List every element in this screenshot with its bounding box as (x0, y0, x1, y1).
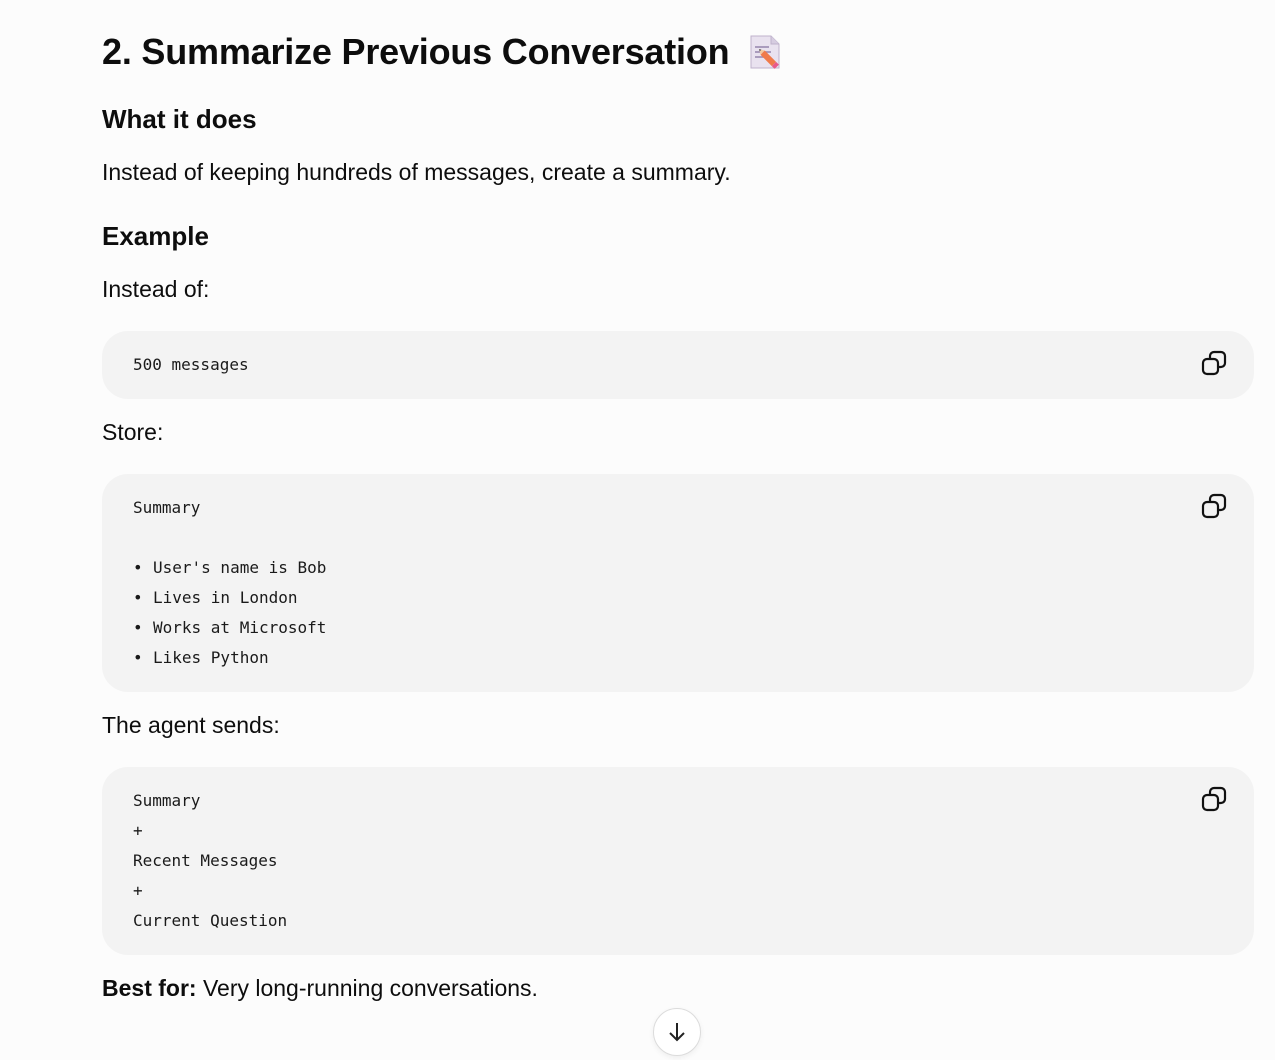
code-block-instead-of: 500 messages (102, 331, 1254, 399)
what-it-does-text: Instead of keeping hundreds of messages,… (102, 159, 731, 185)
code-line: + (133, 881, 143, 900)
code-line: + (133, 821, 143, 840)
agent-sends-label: The agent sends: (102, 712, 280, 738)
code-bullet-line: Lives in London (133, 583, 1223, 613)
code-block-store: Summary User's name is Bob Lives in Lond… (102, 474, 1254, 692)
section-title: 2. Summarize Previous Conversation (102, 28, 781, 76)
best-for-label: Best for: (102, 975, 197, 1001)
copy-icon[interactable] (1200, 492, 1230, 522)
what-it-does-heading: What it does (102, 104, 257, 134)
code-line: 500 messages (133, 355, 249, 374)
code-block-agent-sends: Summary + Recent Messages + Current Ques… (102, 767, 1254, 955)
code-bullet-line: Works at Microsoft (133, 613, 1223, 643)
code-line: Summary (133, 498, 201, 517)
scroll-to-bottom-button[interactable] (653, 1008, 701, 1056)
instead-of-label: Instead of: (102, 276, 210, 302)
copy-icon[interactable] (1200, 785, 1230, 815)
example-heading: Example (102, 221, 209, 251)
memo-icon (749, 33, 781, 71)
section-title-text: 2. Summarize Previous Conversation (102, 31, 730, 72)
code-line: Summary (133, 791, 201, 810)
arrow-down-icon (669, 1023, 685, 1042)
best-for-line: Best for: Very long-running conversation… (102, 972, 538, 1004)
code-line: Recent Messages (133, 851, 278, 870)
code-bullet-line: User's name is Bob (133, 553, 1223, 583)
code-line: Current Question (133, 911, 288, 930)
code-bullet-line: Likes Python (133, 643, 1223, 673)
copy-icon[interactable] (1200, 349, 1230, 379)
store-label: Store: (102, 419, 164, 445)
bottom-fade (0, 1010, 1275, 1040)
best-for-text: Very long-running conversations. (196, 975, 538, 1001)
